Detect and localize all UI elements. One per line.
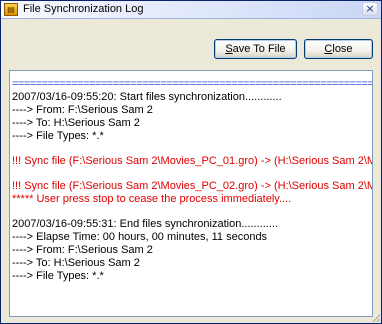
- log-line: 2007/03/16-09:55:31: End files synchroni…: [12, 218, 278, 230]
- save-button-mnemonic: S: [225, 43, 233, 55]
- log-content: ========================================…: [10, 78, 372, 283]
- close-button-label: lose: [332, 43, 353, 55]
- title-bar[interactable]: ▤ File Synchronization Log ×: [1, 1, 381, 19]
- log-line: ----> From: F:\Serious Sam 2: [12, 244, 153, 256]
- log-line: ----> File Types: *.*: [12, 270, 104, 282]
- log-line-error: !!! Sync file (F:\Serious Sam 2\Movies_P…: [12, 155, 372, 167]
- log-line: 2007/03/16-09:55:20: Start files synchro…: [12, 91, 282, 103]
- log-line: ----> To: H:\Serious Sam 2: [12, 257, 140, 269]
- log-line: ----> Elapse Time: 00 hours, 00 minutes,…: [12, 231, 268, 243]
- sync-log-icon: ▤: [4, 3, 18, 16]
- log-line-error: !!! Sync file (F:\Serious Sam 2\Movies_P…: [12, 180, 372, 192]
- save-button-label: ave To File: [232, 43, 286, 55]
- log-line-error: ***** User press stop to cease the proce…: [12, 193, 292, 205]
- save-to-file-button[interactable]: Save To File: [214, 39, 297, 59]
- window-title: File Synchronization Log: [23, 3, 144, 15]
- log-textarea[interactable]: ========================================…: [9, 70, 373, 317]
- close-icon[interactable]: ×: [362, 2, 378, 16]
- log-separator: ========================================…: [12, 78, 372, 90]
- log-blank-line: [10, 143, 372, 155]
- log-line: ----> From: F:\Serious Sam 2: [12, 104, 153, 116]
- log-blank-line: [10, 206, 372, 218]
- log-blank-line: [10, 168, 372, 180]
- log-window: ▤ File Synchronization Log × Save To Fil…: [0, 0, 382, 324]
- resize-grip-icon[interactable]: [370, 312, 380, 322]
- close-button[interactable]: Close: [304, 39, 373, 59]
- log-line: ----> To: H:\Serious Sam 2: [12, 117, 140, 129]
- log-line: ----> File Types: *.*: [12, 130, 104, 142]
